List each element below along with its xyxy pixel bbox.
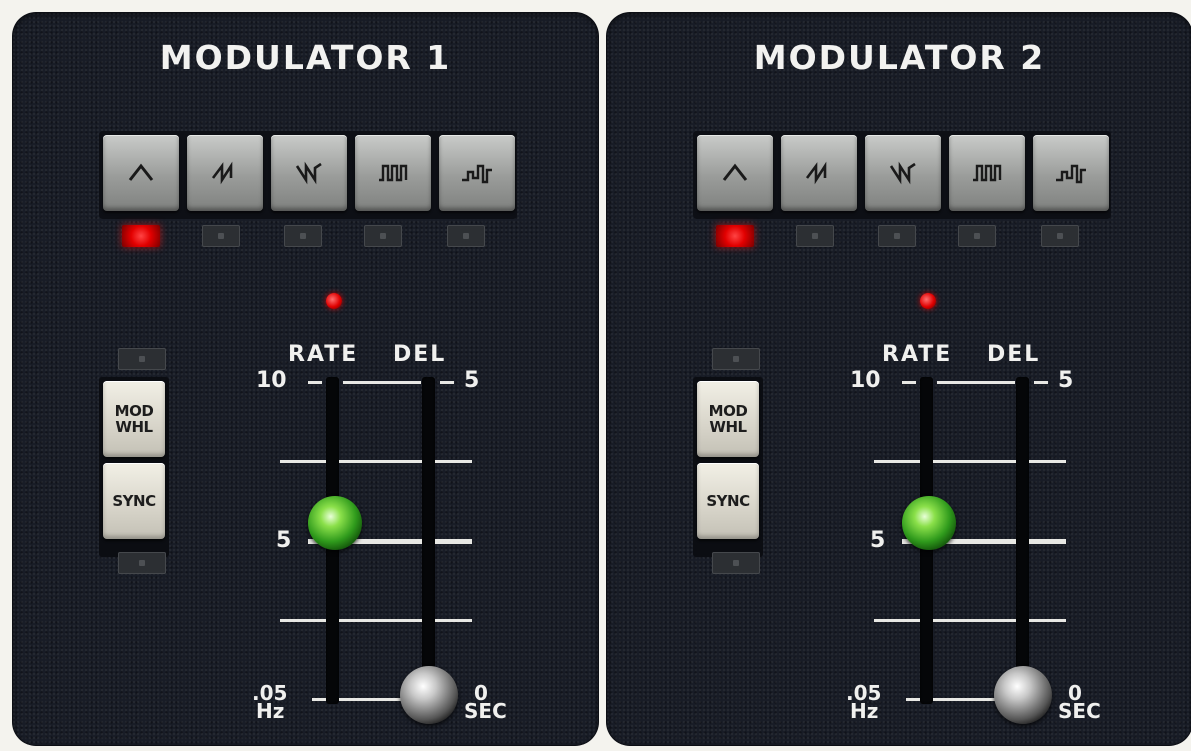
rate-scale-mid: 5: [276, 528, 292, 553]
modulator-2-panel: MODULATOR 2 RATE DEL MOD WHL SYNC 10 5 5…: [606, 12, 1191, 746]
rate-tick-top: [902, 381, 916, 384]
random-step-wave-icon: [462, 164, 492, 184]
triangle-wave-icon: [722, 163, 748, 181]
del-scale-top: 5: [1058, 368, 1074, 393]
waveform-button-triangle[interactable]: [103, 135, 179, 211]
rate-indicator-led: [920, 293, 936, 309]
sync-led: [712, 552, 760, 574]
sync-button[interactable]: SYNC: [697, 463, 759, 539]
mod-whl-led: [118, 348, 166, 370]
rate-unit: Hz: [256, 699, 285, 723]
mod-whl-led: [712, 348, 760, 370]
del-slider-knob[interactable]: [994, 666, 1052, 724]
sawtooth-wave-icon: [211, 161, 233, 185]
sawtooth-wave-icon: [805, 161, 827, 185]
waveform-led-square: [364, 225, 402, 247]
sync-button[interactable]: SYNC: [103, 463, 165, 539]
rate-tick-top: [308, 381, 322, 384]
mod-whl-button[interactable]: MOD WHL: [697, 381, 759, 457]
triangle-wave-icon: [128, 163, 154, 181]
scale-line: [343, 381, 421, 384]
waveform-led-ramp: [284, 225, 322, 247]
waveform-button-square[interactable]: [355, 135, 431, 211]
waveform-led-square: [958, 225, 996, 247]
del-unit: SEC: [1058, 699, 1101, 723]
waveform-selector: [99, 131, 517, 219]
modulator-title: MODULATOR 1: [159, 38, 452, 77]
waveform-led-sawtooth: [796, 225, 834, 247]
del-scale-top: 5: [464, 368, 480, 393]
waveform-button-sawtooth[interactable]: [781, 135, 857, 211]
scale-line: [874, 460, 1066, 463]
rate-unit: Hz: [850, 699, 879, 723]
scale-line: [280, 460, 472, 463]
del-slider-track[interactable]: [1016, 377, 1029, 704]
modulator-1-panel: MODULATOR 1 RATE DEL MOD WHL SYNC 10 5 5…: [12, 12, 599, 746]
rate-indicator-led: [326, 293, 342, 309]
del-slider-knob[interactable]: [400, 666, 458, 724]
rate-scale-top: 10: [256, 368, 287, 393]
random-step-wave-icon: [1056, 164, 1086, 184]
waveform-selector: [693, 131, 1111, 219]
del-label: DEL: [393, 342, 447, 367]
del-unit: SEC: [464, 699, 507, 723]
scale-line: [937, 381, 1015, 384]
waveform-button-ramp[interactable]: [271, 135, 347, 211]
del-label: DEL: [987, 342, 1041, 367]
rate-label: RATE: [882, 342, 953, 367]
ramp-wave-icon: [295, 161, 322, 185]
del-slider-track[interactable]: [422, 377, 435, 704]
mod-sync-buttons: MOD WHL SYNC: [693, 377, 763, 557]
waveform-led-triangle: [716, 225, 754, 247]
mod-sync-buttons: MOD WHL SYNC: [99, 377, 169, 557]
mod-whl-button[interactable]: MOD WHL: [103, 381, 165, 457]
waveform-button-square[interactable]: [949, 135, 1025, 211]
waveform-led-triangle: [122, 225, 160, 247]
rate-scale-top: 10: [850, 368, 881, 393]
waveform-led-sawtooth: [202, 225, 240, 247]
waveform-button-sawtooth[interactable]: [187, 135, 263, 211]
waveform-button-ramp[interactable]: [865, 135, 941, 211]
waveform-button-triangle[interactable]: [697, 135, 773, 211]
del-tick-top: [440, 381, 454, 384]
waveform-button-random[interactable]: [1033, 135, 1109, 211]
sync-led: [118, 552, 166, 574]
ramp-wave-icon: [889, 161, 916, 185]
modulator-title: MODULATOR 2: [753, 38, 1046, 77]
del-tick-top: [1034, 381, 1048, 384]
rate-slider-knob[interactable]: [902, 496, 956, 550]
waveform-led-random: [1041, 225, 1079, 247]
waveform-button-random[interactable]: [439, 135, 515, 211]
square-wave-icon: [973, 164, 1002, 182]
square-wave-icon: [379, 164, 408, 182]
scale-line: [280, 619, 472, 622]
rate-slider-knob[interactable]: [308, 496, 362, 550]
rate-scale-mid: 5: [870, 528, 886, 553]
waveform-led-random: [447, 225, 485, 247]
rate-label: RATE: [288, 342, 359, 367]
scale-line: [874, 619, 1066, 622]
waveform-led-ramp: [878, 225, 916, 247]
